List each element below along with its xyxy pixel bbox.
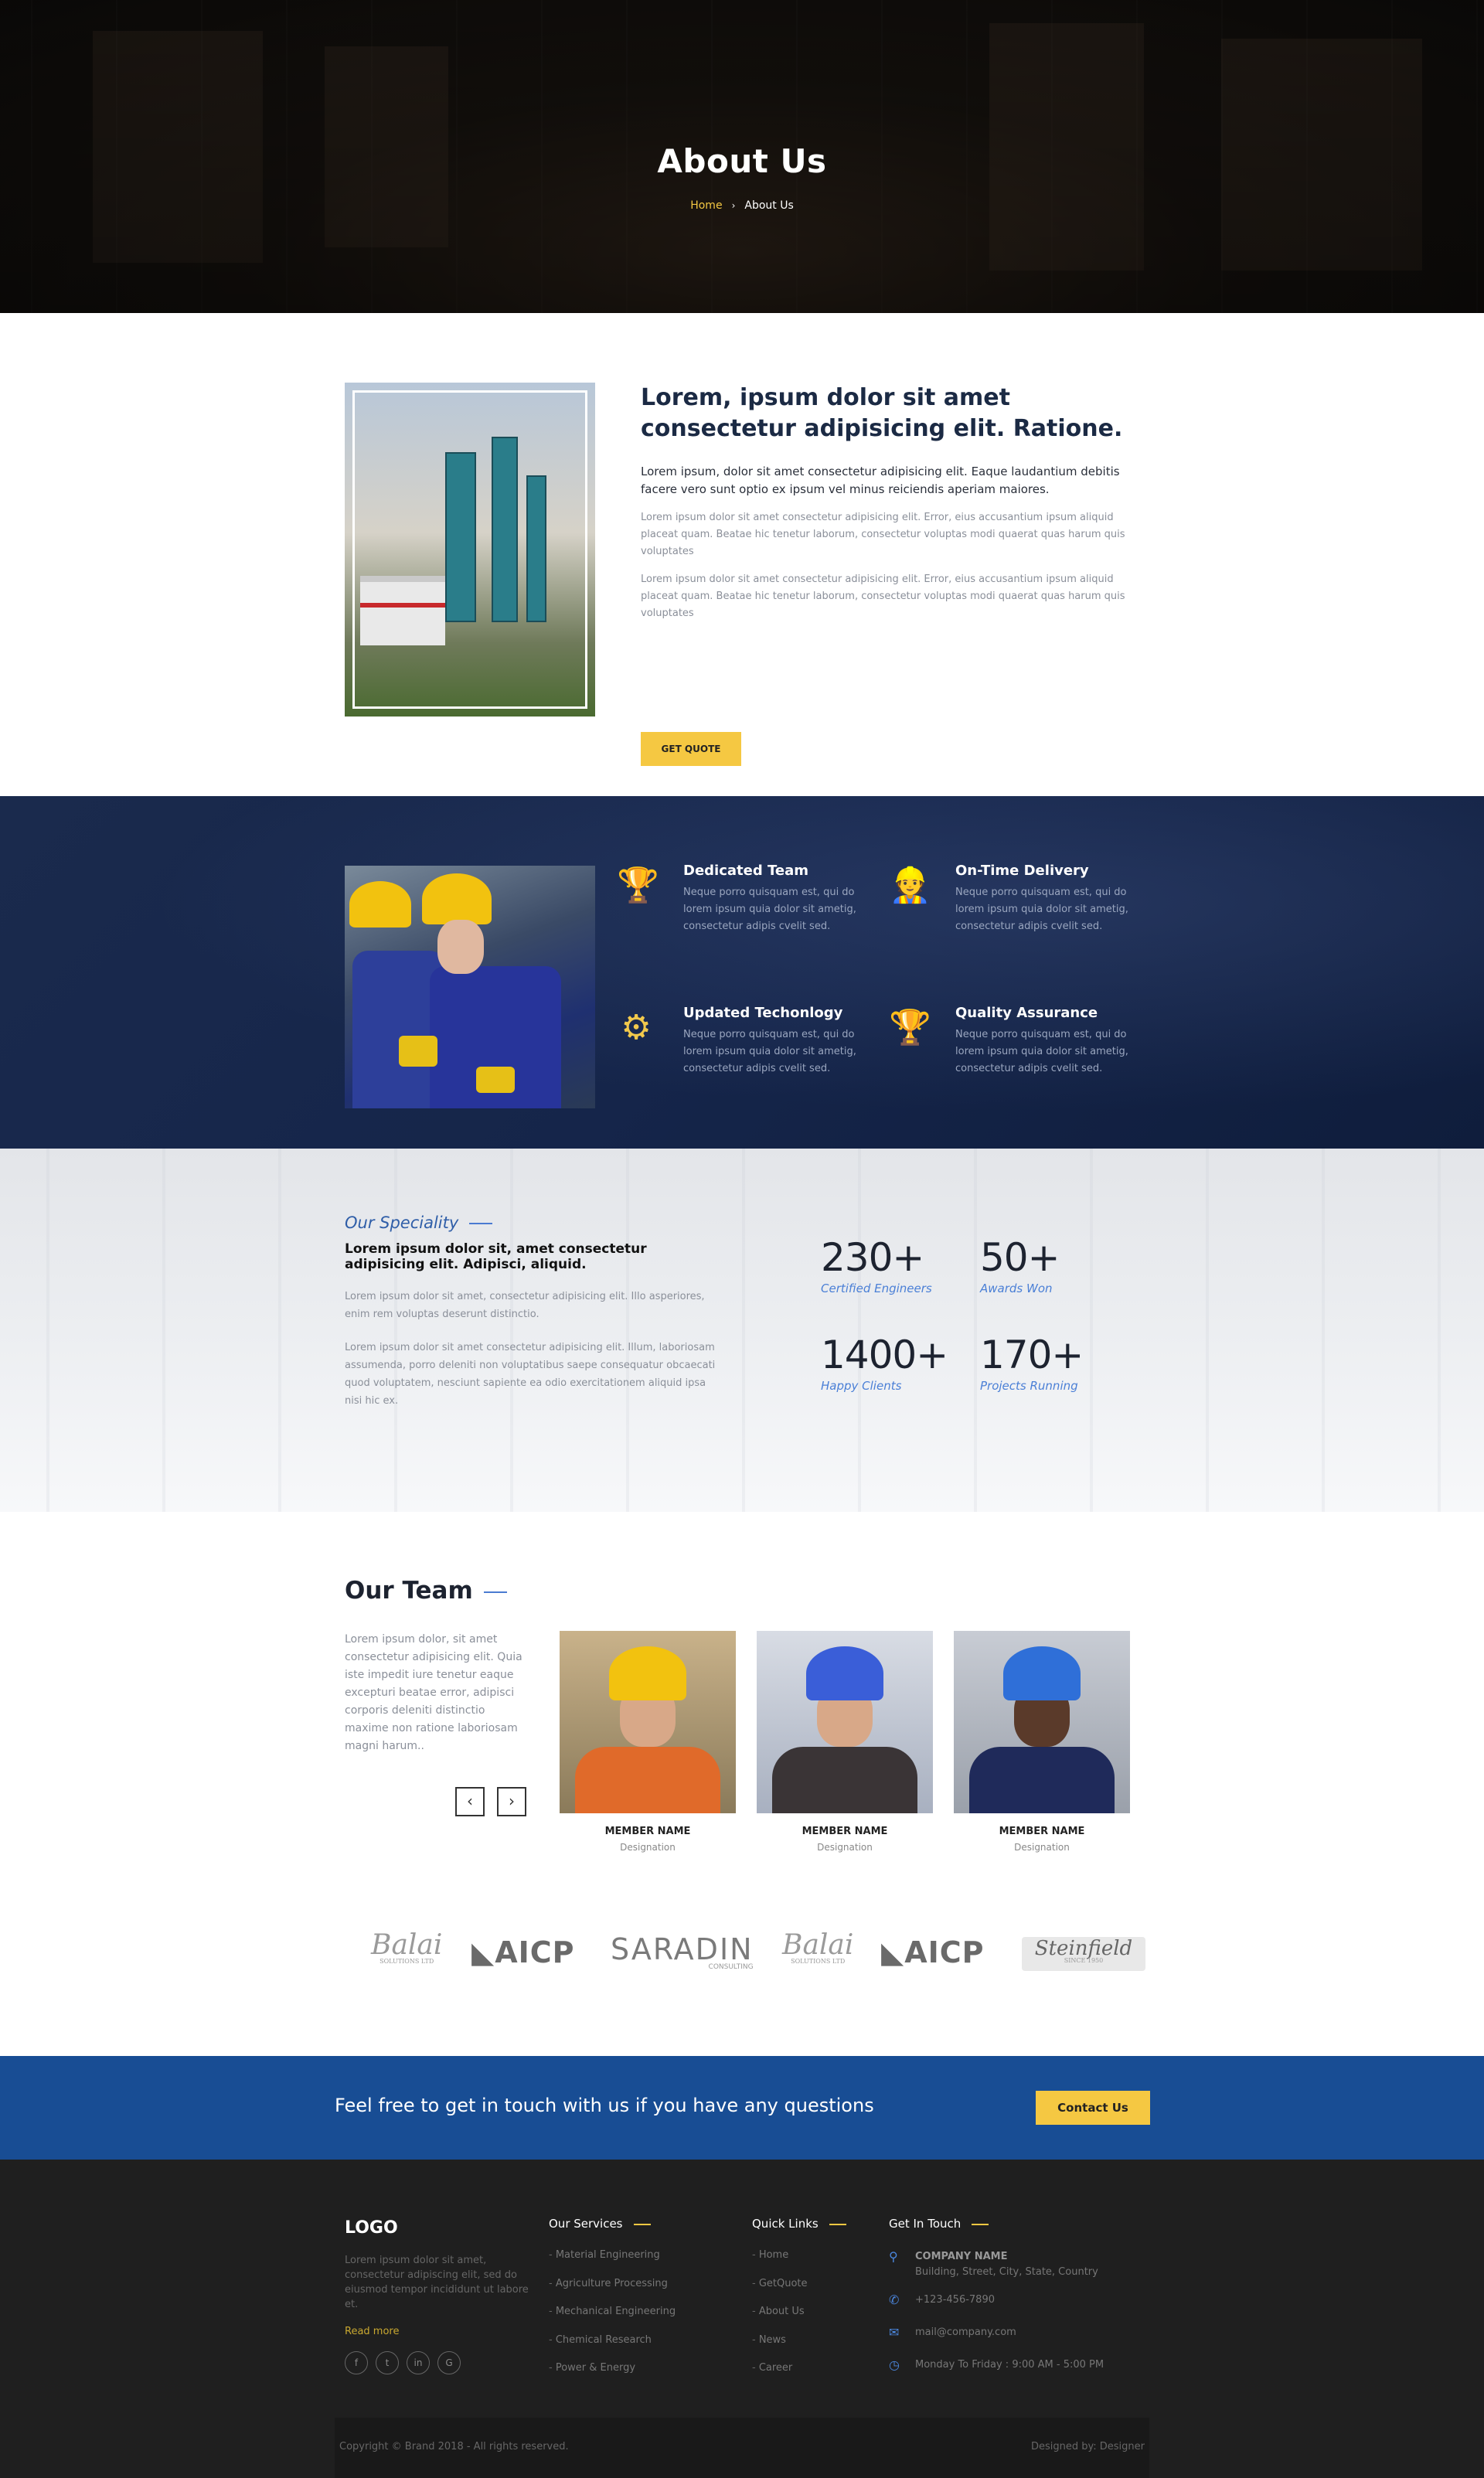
footer-services-column: Our Services Material Engineering Agricu… bbox=[549, 2217, 676, 2391]
workers-image bbox=[345, 866, 595, 1108]
footer-service-link[interactable]: Chemical Research bbox=[549, 2334, 676, 2363]
linkedin-icon[interactable]: in bbox=[407, 2351, 430, 2374]
mail-icon: ✉ bbox=[889, 2325, 900, 2340]
about-factory-image bbox=[345, 383, 595, 717]
about-paragraph: Lorem ipsum dolor sit amet consectetur a… bbox=[641, 512, 1125, 557]
feature-text: Neque porro quisquam est, qui do lorem i… bbox=[683, 887, 856, 932]
phone-icon: ✆ bbox=[889, 2292, 900, 2307]
speciality-heading: Lorem ipsum dolor sit, amet consectetur … bbox=[345, 1241, 647, 1272]
trophy-icon: 🏆 bbox=[889, 1008, 931, 1047]
footer-description: Lorem ipsum dolor sit amet, consectetur … bbox=[345, 2255, 529, 2310]
about-section: Lorem, ipsum dolor sit amet consectetur … bbox=[0, 313, 1484, 796]
speciality-paragraph: Lorem ipsum dolor sit amet, consectetur … bbox=[345, 1291, 705, 1320]
contact-us-button[interactable]: Contact Us bbox=[1036, 2091, 1150, 2125]
clock-icon: ◷ bbox=[889, 2357, 900, 2372]
features-section: 🏆 Dedicated Team Neque porro quisquam es… bbox=[0, 796, 1484, 1149]
copyright-bar: Copyright © Brand 2018 - All rights rese… bbox=[335, 2418, 1149, 2478]
footer-service-link[interactable]: Mechanical Engineering bbox=[549, 2306, 676, 2334]
client-logo-aicp: ◣AICP bbox=[471, 1935, 575, 1969]
team-description: Lorem ipsum dolor, sit amet consectetur … bbox=[345, 1633, 522, 1752]
footer-links-title: Quick Links bbox=[752, 2217, 846, 2231]
about-lead-text: Lorem ipsum, dolor sit amet consectetur … bbox=[641, 465, 1120, 496]
cta-message: Feel free to get in touch with us if you… bbox=[335, 2095, 874, 2116]
footer-logo[interactable]: LOGO bbox=[345, 2218, 530, 2238]
worker-icon: 👷 bbox=[889, 866, 931, 905]
footer-quick-link[interactable]: Career bbox=[752, 2362, 846, 2391]
stat-happy-clients: 1400+ Happy Clients bbox=[821, 1333, 948, 1393]
stat-awards-won: 50+ Awards Won bbox=[980, 1235, 1060, 1295]
footer-quick-link[interactable]: Home bbox=[752, 2249, 846, 2278]
footer-about-column: LOGO Lorem ipsum dolor sit amet, consect… bbox=[345, 2218, 530, 2374]
footer-quick-link[interactable]: GetQuote bbox=[752, 2278, 846, 2306]
social-links: f t in G bbox=[345, 2351, 530, 2374]
trophy-icon: 🏆 bbox=[617, 866, 659, 905]
breadcrumb-current: About Us bbox=[744, 199, 794, 212]
client-logo-balai: Balai SOLUTIONS LTD bbox=[371, 1929, 443, 1965]
team-prev-arrow-icon[interactable]: ‹ bbox=[455, 1787, 485, 1816]
member-name: MEMBER NAME bbox=[999, 1826, 1085, 1837]
footer-quick-link[interactable]: News bbox=[752, 2334, 846, 2363]
footer-contact-column: Get In Touch ⚲ COMPANY NAME Building, Str… bbox=[889, 2217, 1144, 2387]
team-member-card[interactable]: MEMBER NAME Designation bbox=[757, 1631, 933, 1853]
team-section: Our Team Lorem ipsum dolor, sit amet con… bbox=[0, 1512, 1484, 2056]
google-icon[interactable]: G bbox=[437, 2351, 461, 2374]
client-logo-steinfield: Steinfield SINCE 1950 bbox=[1022, 1937, 1145, 1971]
stat-certified-engineers: 230+ Certified Engineers bbox=[821, 1235, 932, 1295]
designer-credit: Designed by: Designer bbox=[1030, 2441, 1145, 2452]
member-designation: Designation bbox=[620, 1842, 676, 1853]
member-photo bbox=[757, 1631, 933, 1813]
team-next-arrow-icon[interactable]: › bbox=[497, 1787, 526, 1816]
facebook-icon[interactable]: f bbox=[345, 2351, 368, 2374]
feature-title: Updated Techonlogy bbox=[683, 1005, 843, 1021]
speciality-section: Our Speciality Lorem ipsum dolor sit, am… bbox=[0, 1149, 1484, 1512]
member-photo bbox=[560, 1631, 736, 1813]
read-more-link[interactable]: Read more bbox=[345, 2326, 530, 2337]
footer-services-title: Our Services bbox=[549, 2217, 676, 2231]
breadcrumb-separator-icon: › bbox=[731, 200, 736, 211]
feature-title: On-Time Delivery bbox=[955, 863, 1089, 879]
site-footer: LOGO Lorem ipsum dolor sit amet, consect… bbox=[0, 2160, 1484, 2478]
footer-contact-title: Get In Touch bbox=[889, 2217, 1144, 2231]
feature-text: Neque porro quisquam est, qui do lorem i… bbox=[955, 1029, 1128, 1074]
footer-quick-links-column: Quick Links Home GetQuote About Us News … bbox=[752, 2217, 846, 2391]
speciality-tag: Our Speciality bbox=[345, 1213, 716, 1232]
client-logo-saradin: SARADIN CONSULTING bbox=[611, 1932, 754, 1971]
footer-quick-link[interactable]: About Us bbox=[752, 2306, 846, 2334]
member-name: MEMBER NAME bbox=[802, 1826, 888, 1837]
footer-service-link[interactable]: Power & Energy bbox=[549, 2362, 676, 2391]
team-title: Our Team bbox=[345, 1577, 507, 1605]
breadcrumb-home-link[interactable]: Home bbox=[690, 199, 722, 212]
get-quote-button[interactable]: GET QUOTE bbox=[641, 732, 741, 766]
client-logo-balai: Balai SOLUTIONS LTD bbox=[782, 1929, 854, 1965]
about-paragraph: Lorem ipsum dolor sit amet consectetur a… bbox=[641, 574, 1125, 619]
member-designation: Designation bbox=[817, 1842, 873, 1853]
stat-projects-running: 170+ Projects Running bbox=[980, 1333, 1084, 1393]
speciality-paragraph: Lorem ipsum dolor sit amet consectetur a… bbox=[345, 1342, 716, 1407]
member-name: MEMBER NAME bbox=[604, 1826, 691, 1837]
footer-service-link[interactable]: Agriculture Processing bbox=[549, 2278, 676, 2306]
feature-title: Dedicated Team bbox=[683, 863, 808, 879]
twitter-icon[interactable]: t bbox=[376, 2351, 399, 2374]
team-member-card[interactable]: MEMBER NAME Designation bbox=[954, 1631, 1130, 1853]
member-photo bbox=[954, 1631, 1130, 1813]
contact-cta-banner: Feel free to get in touch with us if you… bbox=[0, 2056, 1484, 2160]
breadcrumb: Home › About Us bbox=[0, 199, 1484, 212]
location-pin-icon: ⚲ bbox=[889, 2249, 898, 2264]
team-member-card[interactable]: MEMBER NAME Designation bbox=[560, 1631, 736, 1853]
member-designation: Designation bbox=[1014, 1842, 1070, 1853]
page-hero: About Us Home › About Us bbox=[0, 0, 1484, 313]
page-title: About Us bbox=[657, 142, 827, 180]
gear-wrench-icon: ⚙ bbox=[621, 1008, 652, 1047]
feature-text: Neque porro quisquam est, qui do lorem i… bbox=[955, 887, 1128, 932]
feature-title: Quality Assurance bbox=[955, 1005, 1098, 1021]
client-logos: Balai SOLUTIONS LTD ◣AICP SARADIN CONSUL… bbox=[356, 1929, 1145, 1991]
footer-service-link[interactable]: Material Engineering bbox=[549, 2249, 676, 2278]
feature-text: Neque porro quisquam est, qui do lorem i… bbox=[683, 1029, 856, 1074]
about-heading: Lorem, ipsum dolor sit amet consectetur … bbox=[641, 384, 1123, 442]
copyright-text: Copyright © Brand 2018 - All rights rese… bbox=[339, 2441, 569, 2452]
client-logo-aicp: ◣AICP bbox=[881, 1935, 985, 1969]
